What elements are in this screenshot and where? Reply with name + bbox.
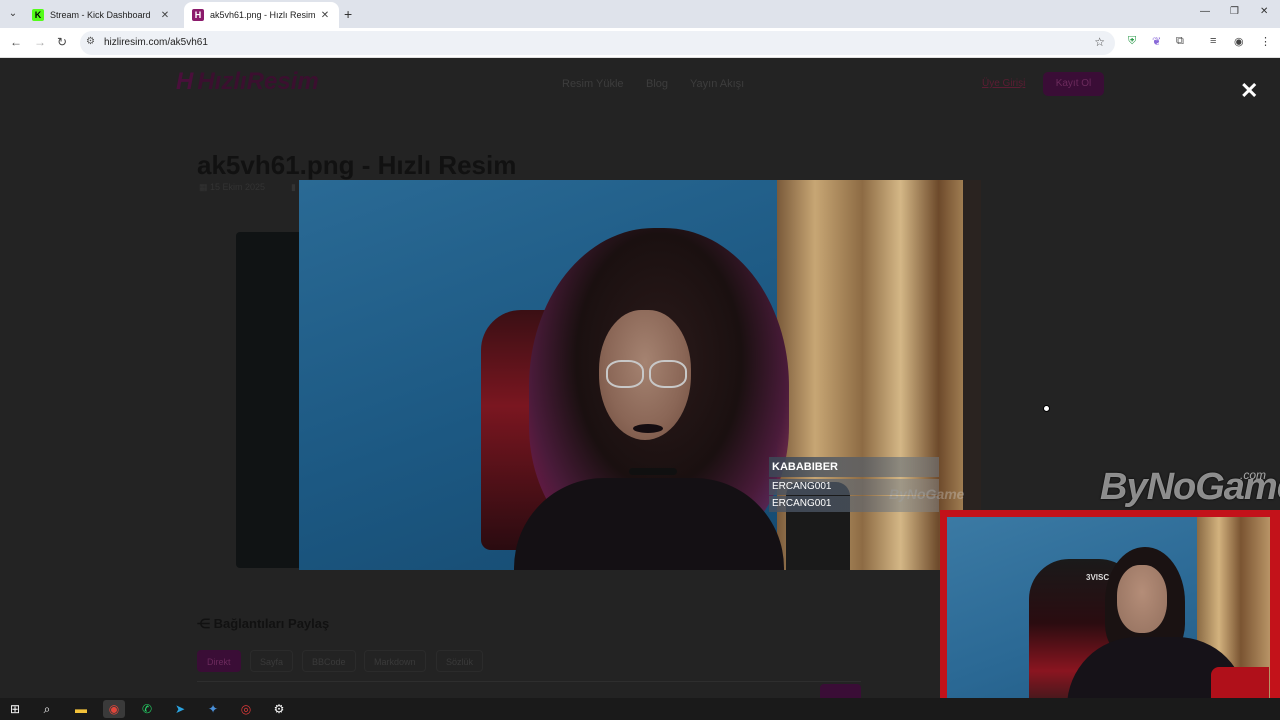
telegram-icon[interactable]: ➤ [169,700,191,718]
kick-icon: K [32,9,44,21]
new-tab-icon[interactable]: + [344,6,352,22]
file-icon: ▮ [291,182,296,192]
share-tab-direct[interactable]: Direkt [197,650,241,672]
chair-brand-text: 3VISC [1086,573,1110,582]
share-link-field[interactable] [197,681,861,682]
windows-start-icon[interactable]: ⊞ [4,700,26,718]
extension-shield-icon[interactable]: ⛨ [1128,35,1136,48]
close-icon[interactable]: ✕ [319,10,331,21]
address-bar[interactable]: ⚙ hizliresim.com/ak5vh61 ☆ [80,31,1115,55]
whatsapp-icon[interactable]: ✆ [136,700,158,718]
share-title-text: Bağlantıları Paylaş [213,616,330,631]
share-tab-page[interactable]: Sayfa [250,650,294,672]
tab-strip: ⌄ K Stream - Kick Dashboard ✕ H ak5vh61.… [0,0,1280,28]
image-lips [633,424,663,433]
recorder-app-icon[interactable]: ◎ [235,700,257,718]
taskbar: ⊞ ⌕ ▬ ◉ ✆ ➤ ✦ ◎ ⚙ [0,698,1280,720]
logo-text: HızlıResim [197,68,319,95]
nav-upload-link[interactable]: Resim Yükle [562,78,624,90]
copy-button[interactable] [820,684,861,698]
webcam-feed: 3VISC [947,517,1270,712]
share-tab-dictionary[interactable]: Sözlük [436,650,484,672]
hizliresim-icon: H [192,9,204,21]
close-icon[interactable]: ✕ [159,10,171,21]
tab-title: Stream - Kick Dashboard [50,10,151,20]
tab-search-icon[interactable]: ⌄ [4,5,22,23]
share-tab-bbcode[interactable]: BBCode [302,650,356,672]
site-logo[interactable]: H HızlıResim [176,68,319,96]
forward-icon[interactable]: → [34,35,46,49]
media-controls-icon[interactable]: ≡ [1210,35,1216,47]
minimize-icon[interactable]: — [1200,6,1210,17]
chat-username: ERCANG001 [769,496,939,512]
nav-blog-link[interactable]: Blog [646,78,668,90]
bookmark-star-icon[interactable]: ☆ [1094,35,1105,49]
share-icon: ⋲ [197,616,214,631]
bynogame-logo-suffix: .com [1240,468,1267,482]
date-text: 15 Ekim 2025 [210,182,266,192]
tab-hizliresim[interactable]: H ak5vh61.png - Hızlı Resim ✕ [184,2,339,28]
chrome-icon[interactable]: ◉ [103,700,125,718]
page-title: ak5vh61.png - Hızlı Resim [197,150,517,180]
url-text: hizliresim.com/ak5vh61 [104,37,208,48]
browser-toolbar: ← → ↻ ⚙ hizliresim.com/ak5vh61 ☆ ⛨ ❦ ⧉ ≡… [0,28,1280,58]
webcam-person-face [1117,565,1167,633]
window-close-icon[interactable]: ✕ [1260,6,1268,17]
image-glasses-right [649,360,687,388]
settings-gear-icon[interactable]: ⚙ [268,700,290,718]
profile-avatar[interactable]: ◉ [1234,35,1244,48]
share-heading: ⋲ Bağlantıları Paylaş [197,616,329,632]
calendar-icon: ▦ [199,182,211,192]
stream-chat-overlay: KABABIBER ERCANG001 ERCANG001 [769,457,939,514]
mouse-cursor [1043,405,1050,412]
tab-kick-dashboard[interactable]: K Stream - Kick Dashboard ✕ [24,2,179,28]
network-app-icon[interactable]: ✦ [202,700,224,718]
chat-username: KABABIBER [769,457,939,477]
restore-icon[interactable]: ❐ [1230,6,1239,17]
site-info-icon[interactable]: ⚙ [86,36,95,47]
share-tab-markdown[interactable]: Markdown [364,650,426,672]
nav-stream-link[interactable]: Yayın Akışı [690,78,744,90]
browser-menu-icon[interactable]: ⋮ [1260,35,1271,48]
login-link[interactable]: Üye Girişi [982,78,1025,89]
register-button[interactable]: Kayıt Ol [1043,72,1104,96]
tab-title: ak5vh61.png - Hızlı Resim [210,10,316,20]
extension-leaf-icon[interactable]: ❦ [1152,35,1161,48]
image-frame [236,232,306,568]
search-icon[interactable]: ⌕ [36,700,58,718]
lightbox-close-icon[interactable]: ✕ [1240,78,1258,104]
reload-icon[interactable]: ↻ [57,35,67,49]
chat-username: ERCANG001 [769,479,939,495]
webcam-overlay: 3VISC [940,510,1280,718]
logo-h-icon: H [176,68,194,95]
image-choker [629,468,677,475]
upload-date: ▦ 15 Ekim 2025 [199,182,265,193]
file-explorer-icon[interactable]: ▬ [70,700,92,718]
extensions-puzzle-icon[interactable]: ⧉ [1176,35,1184,48]
image-glasses-left [606,360,644,388]
back-icon[interactable]: ← [10,35,22,49]
